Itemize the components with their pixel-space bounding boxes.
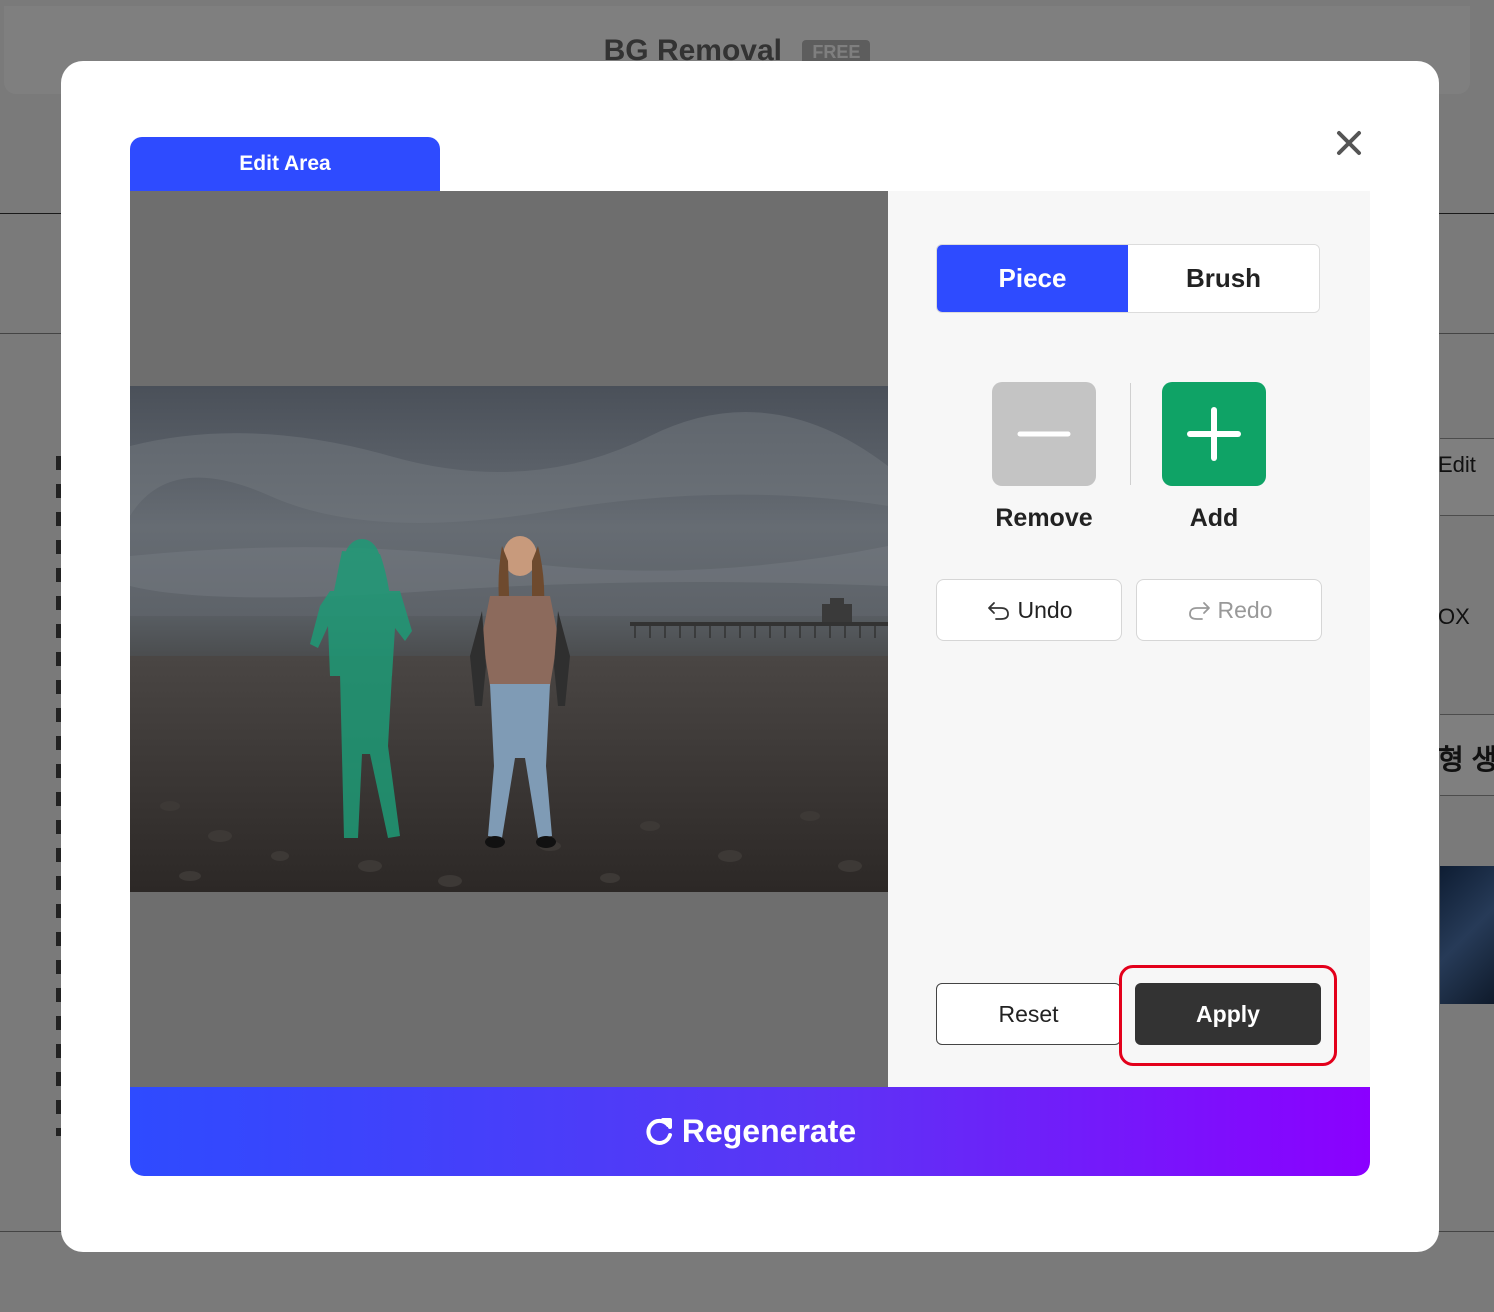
tool-divider xyxy=(1130,383,1131,485)
undo-label: Undo xyxy=(1017,596,1073,623)
beach-photo[interactable] xyxy=(130,386,888,892)
close-button[interactable] xyxy=(1329,123,1369,163)
tool-panel: Piece Brush Remove Add Undo Redo Reset A… xyxy=(888,191,1370,1087)
image-canvas[interactable] xyxy=(130,191,888,1087)
redo-button[interactable]: Redo xyxy=(1136,579,1322,641)
mode-brush-button[interactable]: Brush xyxy=(1128,245,1319,312)
reset-button[interactable]: Reset xyxy=(936,983,1121,1045)
plus-icon xyxy=(1187,407,1241,461)
refresh-icon xyxy=(646,1117,672,1145)
minus-icon xyxy=(1017,431,1071,437)
remove-button[interactable] xyxy=(992,382,1096,486)
mode-piece-button[interactable]: Piece xyxy=(937,245,1128,312)
regenerate-label: Regenerate xyxy=(681,1113,857,1149)
tab-edit-area[interactable]: Edit Area xyxy=(130,137,440,191)
add-tool: Add xyxy=(1162,382,1266,533)
remove-tool: Remove xyxy=(992,382,1096,533)
add-button[interactable] xyxy=(1162,382,1266,486)
redo-icon xyxy=(1188,602,1210,620)
undo-button[interactable]: Undo xyxy=(936,579,1122,641)
redo-label: Redo xyxy=(1217,596,1273,623)
apply-button[interactable]: Apply xyxy=(1135,983,1321,1045)
regenerate-button[interactable]: Regenerate xyxy=(130,1087,1370,1176)
add-label: Add xyxy=(1189,504,1239,532)
mode-toggle: Piece Brush xyxy=(936,244,1320,313)
undo-icon xyxy=(987,602,1009,620)
remove-label: Remove xyxy=(995,504,1093,532)
edit-area-modal: Edit Area Piece Brush Remove Add Undo Re… xyxy=(61,61,1439,1252)
close-icon xyxy=(1337,131,1361,155)
